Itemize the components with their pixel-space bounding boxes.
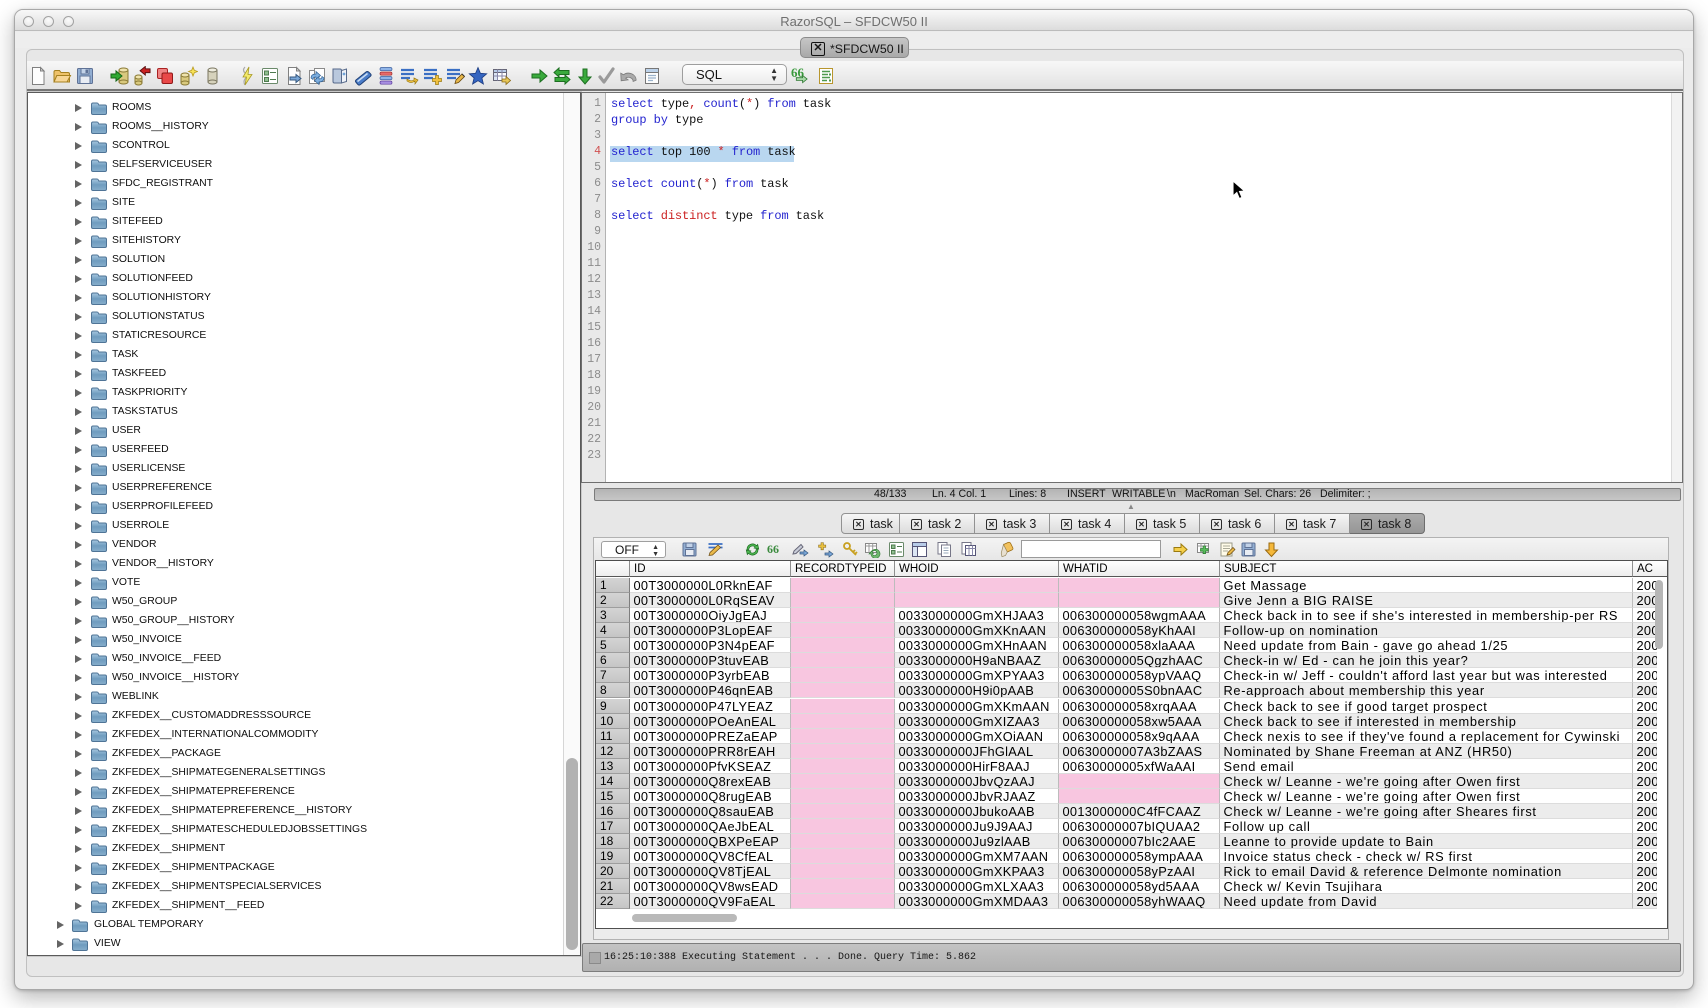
- svg-text:66: 66: [767, 542, 779, 556]
